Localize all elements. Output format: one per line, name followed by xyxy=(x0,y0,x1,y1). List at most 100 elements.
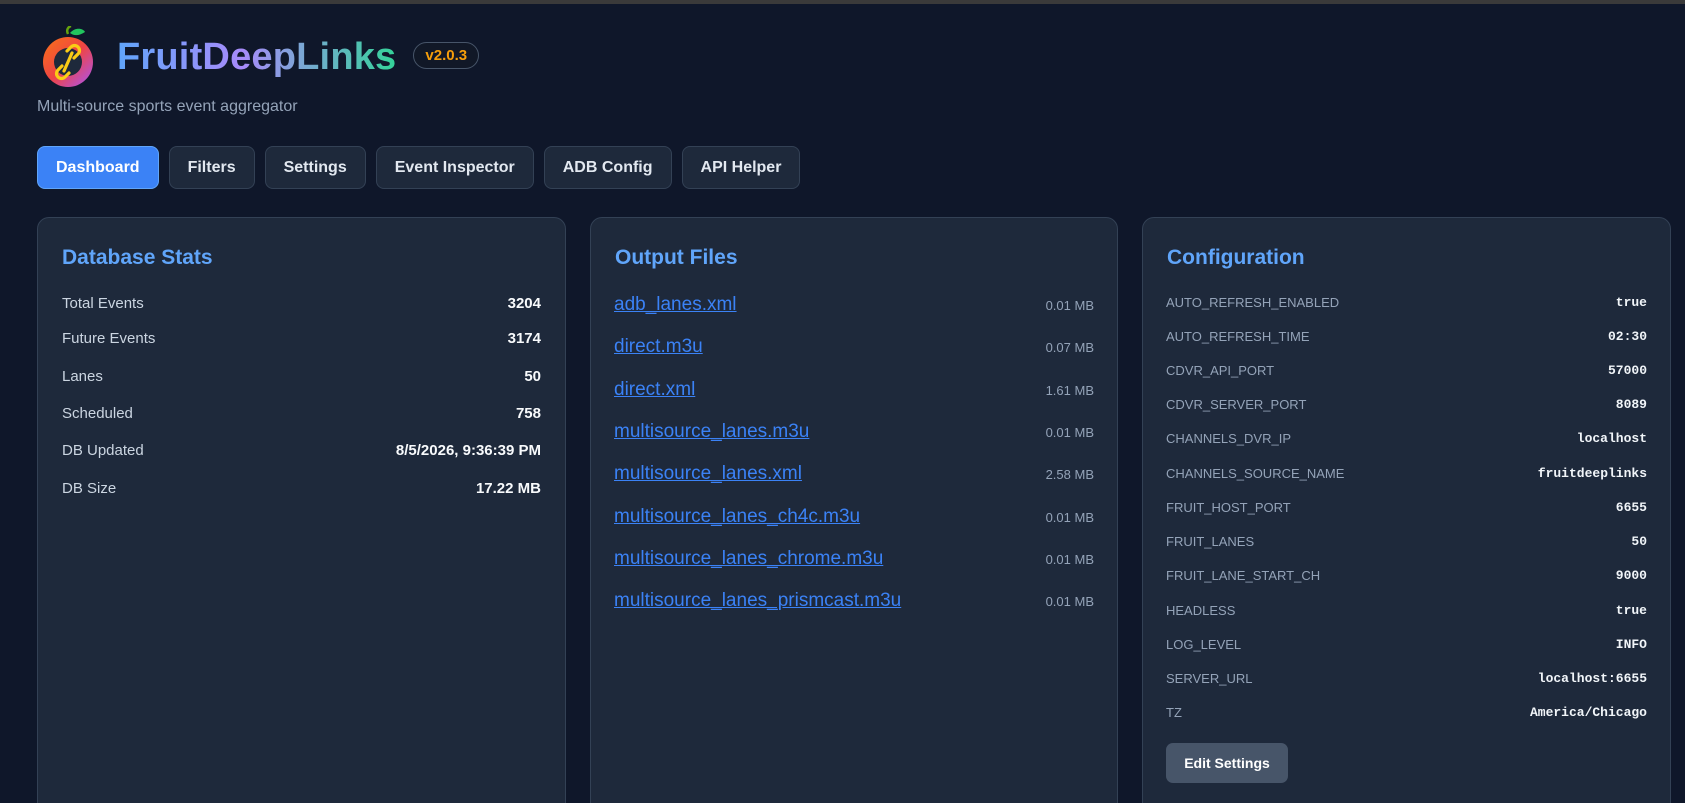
file-size: 0.07 MB xyxy=(1045,339,1094,355)
app-title: FruitDeepLinks xyxy=(117,35,397,78)
file-link-multisource-lanes-xml[interactable]: multisource_lanes.xml xyxy=(614,463,802,485)
config-key: AUTO_REFRESH_ENABLED xyxy=(1166,294,1340,310)
database-stats-title: Database Stats xyxy=(62,246,213,269)
output-files-card: Output Files adb_lanes.xml 0.01 MB direc… xyxy=(590,217,1118,803)
config-row-headless: HEADLESS true xyxy=(1166,601,1647,619)
stat-label: DB Size xyxy=(62,479,117,497)
fruit-logo-icon xyxy=(43,26,93,87)
config-key: CDVR_SERVER_PORT xyxy=(1166,396,1307,412)
file-link-direct-m3u[interactable]: direct.m3u xyxy=(614,336,703,358)
config-value: America/Chicago xyxy=(1529,704,1647,720)
config-value: 57000 xyxy=(1607,362,1647,378)
file-row: multisource_lanes.xml 2.58 MB xyxy=(614,462,1094,486)
config-key: FRUIT_LANES xyxy=(1166,533,1255,549)
config-row-log-level: LOG_LEVEL INFO xyxy=(1166,635,1647,653)
config-row-server-url: SERVER_URL localhost:6655 xyxy=(1166,669,1647,687)
edit-settings-button[interactable]: Edit Settings xyxy=(1166,743,1288,783)
config-value: true xyxy=(1615,294,1647,310)
file-size: 1.61 MB xyxy=(1045,382,1094,398)
config-value: 8089 xyxy=(1615,396,1647,412)
config-value: INFO xyxy=(1615,636,1647,652)
file-size: 0.01 MB xyxy=(1045,593,1094,609)
file-link-multisource-lanes-m3u[interactable]: multisource_lanes.m3u xyxy=(614,421,809,443)
stat-row-lanes: Lanes 50 xyxy=(62,366,541,386)
stat-row-future-events: Future Events 3174 xyxy=(62,328,541,348)
tab-dashboard[interactable]: Dashboard xyxy=(37,146,159,189)
file-link-multisource-lanes-prismcast-m3u[interactable]: multisource_lanes_prismcast.m3u xyxy=(614,590,901,612)
config-row-auto-refresh-time: AUTO_REFRESH_TIME 02:30 xyxy=(1166,327,1647,345)
config-value: fruitdeeplinks xyxy=(1537,465,1647,481)
file-link-multisource-lanes-ch4c-m3u[interactable]: multisource_lanes_ch4c.m3u xyxy=(614,506,860,528)
stat-value: 50 xyxy=(524,367,541,385)
config-value: localhost:6655 xyxy=(1537,670,1647,686)
output-files-title: Output Files xyxy=(615,246,738,269)
config-value: 50 xyxy=(1631,533,1647,549)
stat-row-db-size: DB Size 17.22 MB xyxy=(62,478,541,498)
config-row-channels-dvr-ip: CHANNELS_DVR_IP localhost xyxy=(1166,429,1647,447)
file-link-adb-lanes-xml[interactable]: adb_lanes.xml xyxy=(614,294,737,316)
config-key: TZ xyxy=(1166,704,1182,720)
stat-row-total-events: Total Events 3204 xyxy=(62,293,541,313)
database-stats-card: Database Stats Total Events 3204 Future … xyxy=(37,217,566,803)
config-key: CHANNELS_DVR_IP xyxy=(1166,430,1291,446)
configuration-card: Configuration AUTO_REFRESH_ENABLED true … xyxy=(1142,217,1671,803)
file-size: 0.01 MB xyxy=(1045,551,1094,567)
config-key: HEADLESS xyxy=(1166,602,1236,618)
config-row-fruit-lanes: FRUIT_LANES 50 xyxy=(1166,532,1647,550)
configuration-title: Configuration xyxy=(1167,246,1305,269)
config-row-cdvr-server-port: CDVR_SERVER_PORT 8089 xyxy=(1166,395,1647,413)
config-row-tz: TZ America/Chicago xyxy=(1166,703,1647,721)
file-row: multisource_lanes_ch4c.m3u 0.01 MB xyxy=(614,505,1094,529)
tab-settings[interactable]: Settings xyxy=(264,146,366,189)
config-key: AUTO_REFRESH_TIME xyxy=(1166,328,1310,344)
config-row-fruit-lane-start-ch: FRUIT_LANE_START_CH 9000 xyxy=(1166,566,1647,584)
stat-value: 17.22 MB xyxy=(475,479,541,497)
config-row-auto-refresh-enabled: AUTO_REFRESH_ENABLED true xyxy=(1166,293,1647,311)
stat-row-db-updated: DB Updated 8/5/2026, 9:36:39 PM xyxy=(62,440,541,460)
config-key: CHANNELS_SOURCE_NAME xyxy=(1166,465,1345,481)
file-row: direct.m3u 0.07 MB xyxy=(614,335,1094,359)
stat-label: Lanes xyxy=(62,367,103,385)
file-link-direct-xml[interactable]: direct.xml xyxy=(614,379,695,401)
file-row: multisource_lanes.m3u 0.01 MB xyxy=(614,420,1094,444)
stat-value: 8/5/2026, 9:36:39 PM xyxy=(395,441,541,459)
file-size: 2.58 MB xyxy=(1045,466,1094,482)
config-key: FRUIT_LANE_START_CH xyxy=(1166,567,1321,583)
config-value: true xyxy=(1615,602,1647,618)
config-key: CDVR_API_PORT xyxy=(1166,362,1275,378)
version-badge: v2.0.3 xyxy=(413,41,480,69)
app-subtitle: Multi-source sports event aggregator xyxy=(37,98,298,115)
config-row-fruit-host-port: FRUIT_HOST_PORT 6655 xyxy=(1166,498,1647,516)
config-key: SERVER_URL xyxy=(1166,670,1253,686)
config-value: 9000 xyxy=(1615,567,1647,583)
main-tabs: Dashboard Filters Settings Event Inspect… xyxy=(37,146,801,189)
config-key: LOG_LEVEL xyxy=(1166,636,1242,652)
app-header: FruitDeepLinks v2.0.3 xyxy=(37,26,480,88)
stat-value: 3204 xyxy=(507,294,541,312)
stat-value: 3174 xyxy=(507,329,541,347)
stat-label: Scheduled xyxy=(62,404,133,422)
stat-value: 758 xyxy=(515,404,541,422)
file-size: 0.01 MB xyxy=(1045,297,1094,313)
config-key: FRUIT_HOST_PORT xyxy=(1166,499,1291,515)
config-row-channels-source-name: CHANNELS_SOURCE_NAME fruitdeeplinks xyxy=(1166,464,1647,482)
file-size: 0.01 MB xyxy=(1045,424,1094,440)
config-value: 6655 xyxy=(1615,499,1647,515)
tab-event-inspector[interactable]: Event Inspector xyxy=(375,146,534,189)
window-top-border xyxy=(0,0,1685,4)
stat-label: DB Updated xyxy=(62,441,144,459)
file-row: multisource_lanes_chrome.m3u 0.01 MB xyxy=(614,547,1094,571)
file-link-multisource-lanes-chrome-m3u[interactable]: multisource_lanes_chrome.m3u xyxy=(614,548,883,570)
tab-filters[interactable]: Filters xyxy=(168,146,255,189)
config-row-cdvr-api-port: CDVR_API_PORT 57000 xyxy=(1166,361,1647,379)
file-size: 0.01 MB xyxy=(1045,509,1094,525)
config-value: localhost xyxy=(1576,430,1647,446)
tab-adb-config[interactable]: ADB Config xyxy=(543,146,672,189)
file-row: multisource_lanes_prismcast.m3u 0.01 MB xyxy=(614,589,1094,613)
stat-label: Total Events xyxy=(62,294,144,312)
stat-row-scheduled: Scheduled 758 xyxy=(62,403,541,423)
stat-label: Future Events xyxy=(62,329,156,347)
file-row: adb_lanes.xml 0.01 MB xyxy=(614,293,1094,317)
file-row: direct.xml 1.61 MB xyxy=(614,378,1094,402)
tab-api-helper[interactable]: API Helper xyxy=(681,146,801,189)
